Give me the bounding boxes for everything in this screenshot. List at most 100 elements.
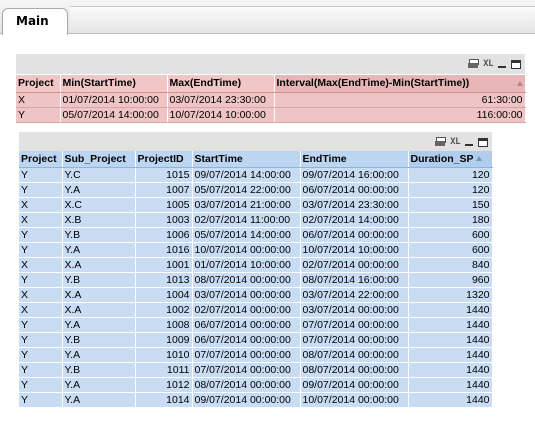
cell-projectid[interactable]: 1010 (135, 347, 193, 363)
cell-project[interactable]: Y (19, 272, 63, 288)
cell-endtime[interactable]: 07/07/2014 00:00:00 (300, 317, 409, 333)
cell-duration-sp[interactable]: 120 (408, 167, 493, 183)
cell-endtime[interactable]: 03/07/2014 22:00:00 (300, 287, 409, 303)
cell-sub-project[interactable]: Y.B (62, 272, 136, 288)
cell-endtime[interactable]: 08/07/2014 16:00:00 (300, 272, 409, 288)
cell-starttime[interactable]: 10/07/2014 00:00:00 (192, 242, 301, 258)
xl-export-icon[interactable]: XL (450, 137, 460, 147)
maximize-icon[interactable] (478, 137, 488, 147)
cell-project[interactable]: X (19, 302, 63, 318)
cell-max-endtime[interactable]: 03/07/2014 23:30:00 (167, 92, 275, 108)
xl-export-icon[interactable]: XL (483, 59, 493, 69)
table-row[interactable]: Y Y.B 1009 06/07/2014 00:00:00 07/07/2014 00… (19, 332, 493, 348)
table-row[interactable]: Y Y.A 1007 05/07/2014 22:00:00 06/07/2014 00… (19, 182, 493, 198)
cell-sub-project[interactable]: Y.B (62, 332, 136, 348)
cell-project[interactable]: Y (19, 392, 63, 408)
cell-projectid[interactable]: 1002 (135, 302, 193, 318)
print-icon[interactable] (468, 59, 480, 69)
cell-starttime[interactable]: 06/07/2014 00:00:00 (192, 332, 301, 348)
maximize-icon[interactable] (511, 59, 521, 69)
cell-projectid[interactable]: 1011 (135, 362, 193, 378)
cell-projectid[interactable]: 1003 (135, 212, 193, 228)
cell-projectid[interactable]: 1001 (135, 257, 193, 273)
cell-endtime[interactable]: 03/07/2014 00:00:00 (300, 302, 409, 318)
column-header-project[interactable]: Project (19, 151, 63, 168)
cell-interval[interactable]: 61:30:00 (274, 92, 526, 108)
cell-duration-sp[interactable]: 1440 (408, 377, 493, 393)
cell-endtime[interactable]: 02/07/2014 14:00:00 (300, 212, 409, 228)
cell-sub-project[interactable]: Y.A (62, 317, 136, 333)
cell-project[interactable]: Y (19, 182, 63, 198)
table-row[interactable]: Y Y.A 1016 10/07/2014 00:00:00 10/07/2014 10… (19, 242, 493, 258)
cell-sub-project[interactable]: Y.A (62, 377, 136, 393)
cell-sub-project[interactable]: Y.A (62, 347, 136, 363)
table-row[interactable]: Y Y.C 1015 09/07/2014 14:00:00 09/07/2014 16… (19, 167, 493, 183)
cell-sub-project[interactable]: X.C (62, 197, 136, 213)
cell-project[interactable]: Y (19, 377, 63, 393)
table-row[interactable]: Y Y.A 1012 08/07/2014 00:00:00 09/07/2014 00… (19, 377, 493, 393)
table-row[interactable]: Y Y.A 1010 07/07/2014 00:00:00 08/07/2014 00… (19, 347, 493, 363)
cell-sub-project[interactable]: Y.B (62, 227, 136, 243)
cell-min-starttime[interactable]: 05/07/2014 14:00:00 (60, 107, 168, 123)
cell-endtime[interactable]: 08/07/2014 00:00:00 (300, 362, 409, 378)
cell-endtime[interactable]: 10/07/2014 00:00:00 (300, 392, 409, 408)
cell-endtime[interactable]: 06/07/2014 00:00:00 (300, 182, 409, 198)
cell-interval[interactable]: 116:00:00 (274, 107, 526, 123)
cell-projectid[interactable]: 1006 (135, 227, 193, 243)
cell-starttime[interactable]: 05/07/2014 14:00:00 (192, 227, 301, 243)
column-header-project[interactable]: Project (16, 75, 61, 93)
table-row[interactable]: Y Y.B 1013 08/07/2014 00:00:00 08/07/2014 16… (19, 272, 493, 288)
cell-duration-sp[interactable]: 1440 (408, 347, 493, 363)
cell-starttime[interactable]: 06/07/2014 00:00:00 (192, 317, 301, 333)
cell-project[interactable]: X (19, 197, 63, 213)
cell-sub-project[interactable]: Y.A (62, 392, 136, 408)
cell-starttime[interactable]: 08/07/2014 00:00:00 (192, 377, 301, 393)
cell-starttime[interactable]: 07/07/2014 00:00:00 (192, 347, 301, 363)
column-header-min-starttime[interactable]: Min(StartTime) (60, 75, 168, 93)
cell-duration-sp[interactable]: 1320 (408, 287, 493, 303)
table-row[interactable]: X X.A 1002 02/07/2014 00:00:00 03/07/2014 00… (19, 302, 493, 318)
cell-project[interactable]: Y (19, 167, 63, 183)
cell-sub-project[interactable]: X.A (62, 302, 136, 318)
cell-sub-project[interactable]: Y.C (62, 167, 136, 183)
cell-duration-sp[interactable]: 120 (408, 182, 493, 198)
table-row[interactable]: X 01/07/2014 10:00:00 03/07/2014 23:30:0… (16, 92, 526, 108)
cell-endtime[interactable]: 06/07/2014 00:00:00 (300, 227, 409, 243)
cell-starttime[interactable]: 08/07/2014 00:00:00 (192, 272, 301, 288)
column-header-max-endtime[interactable]: Max(EndTime) (167, 75, 275, 93)
table-row[interactable]: X X.C 1005 03/07/2014 21:00:00 03/07/2014 23… (19, 197, 493, 213)
cell-projectid[interactable]: 1009 (135, 332, 193, 348)
cell-starttime[interactable]: 09/07/2014 00:00:00 (192, 392, 301, 408)
column-header-projectid[interactable]: ProjectID (135, 151, 193, 168)
cell-duration-sp[interactable]: 1440 (408, 392, 493, 408)
cell-starttime[interactable]: 02/07/2014 00:00:00 (192, 302, 301, 318)
cell-duration-sp[interactable]: 150 (408, 197, 493, 213)
cell-duration-sp[interactable]: 960 (408, 272, 493, 288)
cell-endtime[interactable]: 03/07/2014 23:30:00 (300, 197, 409, 213)
table-row[interactable]: X X.B 1003 02/07/2014 11:00:00 02/07/2014 14… (19, 212, 493, 228)
cell-project[interactable]: X (19, 212, 63, 228)
cell-duration-sp[interactable]: 1440 (408, 362, 493, 378)
table-row[interactable]: Y Y.A 1008 06/07/2014 00:00:00 07/07/2014 00… (19, 317, 493, 333)
cell-project[interactable]: Y (19, 347, 63, 363)
cell-duration-sp[interactable]: 840 (408, 257, 493, 273)
table-row[interactable]: Y Y.A 1014 09/07/2014 00:00:00 10/07/2014 00… (19, 392, 493, 408)
table-row[interactable]: X X.A 1004 03/07/2014 00:00:00 03/07/2014 22… (19, 287, 493, 303)
table-row[interactable]: Y 05/07/2014 14:00:00 10/07/2014 10:00:0… (16, 107, 526, 123)
cell-projectid[interactable]: 1013 (135, 272, 193, 288)
cell-max-endtime[interactable]: 10/07/2014 10:00:00 (167, 107, 275, 123)
minimize-icon[interactable] (465, 137, 473, 147)
cell-duration-sp[interactable]: 180 (408, 212, 493, 228)
cell-sub-project[interactable]: X.B (62, 212, 136, 228)
cell-endtime[interactable]: 09/07/2014 16:00:00 (300, 167, 409, 183)
cell-starttime[interactable]: 03/07/2014 00:00:00 (192, 287, 301, 303)
cell-projectid[interactable]: 1016 (135, 242, 193, 258)
cell-duration-sp[interactable]: 600 (408, 242, 493, 258)
cell-starttime[interactable]: 07/07/2014 00:00:00 (192, 362, 301, 378)
cell-sub-project[interactable]: Y.A (62, 242, 136, 258)
cell-starttime[interactable]: 09/07/2014 14:00:00 (192, 167, 301, 183)
cell-endtime[interactable]: 10/07/2014 10:00:00 (300, 242, 409, 258)
cell-starttime[interactable]: 05/07/2014 22:00:00 (192, 182, 301, 198)
cell-starttime[interactable]: 01/07/2014 10:00:00 (192, 257, 301, 273)
cell-sub-project[interactable]: Y.A (62, 182, 136, 198)
